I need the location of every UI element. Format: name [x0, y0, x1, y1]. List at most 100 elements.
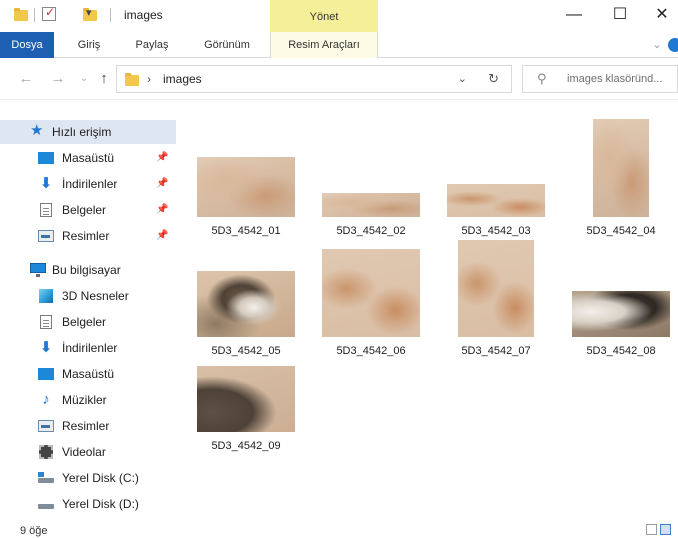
- image-thumbnail: [572, 291, 670, 337]
- document-icon: [40, 315, 52, 329]
- document-icon: [40, 203, 52, 217]
- up-arrow-icon[interactable]: ↑: [94, 69, 114, 89]
- address-dropdown-icon[interactable]: ⌄: [458, 72, 467, 85]
- desktop-icon: [38, 368, 54, 380]
- image-thumbnail: [458, 240, 534, 337]
- tab-giris[interactable]: Giriş: [66, 32, 112, 58]
- back-arrow-icon[interactable]: ←: [16, 69, 36, 89]
- checkmark-icon: ✓: [45, 5, 56, 19]
- forward-arrow-icon[interactable]: →: [48, 69, 68, 89]
- folder-icon: [14, 8, 28, 21]
- search-icon: ⚲: [537, 71, 547, 86]
- tab-resim-araclari[interactable]: Resim Araçları: [270, 32, 378, 58]
- image-thumbnail: [197, 366, 295, 432]
- sidebar-item-resimler[interactable]: Resimler 📌: [0, 224, 176, 248]
- sidebar-item-label: Belgeler: [62, 203, 107, 217]
- sidebar-item-videolar[interactable]: Videolar: [0, 440, 176, 464]
- pin-icon[interactable]: 📌: [156, 198, 168, 222]
- large-icons-view-icon[interactable]: [660, 524, 671, 535]
- drive-icon: [38, 504, 54, 509]
- help-icon[interactable]: [668, 32, 678, 58]
- sidebar-item-label: Resimler: [62, 229, 110, 243]
- sidebar-item-label: Yerel Disk (D:): [62, 497, 139, 511]
- refresh-icon[interactable]: ↻: [488, 71, 499, 87]
- item-count: 9 öğe: [20, 525, 48, 537]
- title-bar: ✓ ▾ images Yönet — ☐ ✕: [0, 0, 678, 32]
- sidebar-item-quick-access[interactable]: ★ Hızlı erişim: [0, 120, 176, 144]
- image-thumbnail: [322, 193, 420, 217]
- image-thumbnail: [197, 157, 295, 217]
- sidebar-item-label: Yerel Disk (C:): [62, 471, 139, 485]
- sidebar-item-indirilenler[interactable]: ⬇ İndirilenler 📌: [0, 172, 176, 196]
- sidebar-item-yerel-disk-d[interactable]: Yerel Disk (D:): [0, 492, 176, 516]
- file-item[interactable]: 5D3_4542_02: [310, 112, 432, 237]
- image-thumbnail: [593, 119, 649, 217]
- sidebar-item-masaustu[interactable]: Masaüstü 📌: [0, 146, 176, 170]
- sidebar-item-yerel-disk-c[interactable]: Yerel Disk (C:): [0, 466, 176, 490]
- cube-icon: [39, 289, 53, 303]
- file-name: 5D3_4542_07: [461, 345, 531, 357]
- close-button[interactable]: ✕: [646, 2, 678, 28]
- desktop-icon: [38, 152, 54, 164]
- image-thumbnail: [322, 249, 420, 337]
- windows-drive-icon: [38, 472, 54, 483]
- sidebar-item-label: Masaüstü: [62, 367, 115, 381]
- sidebar-item-label: Masaüstü: [62, 151, 115, 165]
- folder-icon: [125, 73, 139, 86]
- sidebar-item-muzikler[interactable]: ♪ Müzikler: [0, 388, 176, 412]
- file-list: 5D3_4542_01 5D3_4542_02 5D3_4542_03 5D3_…: [185, 102, 678, 522]
- details-view-icon[interactable]: [646, 524, 657, 535]
- pin-icon[interactable]: 📌: [156, 224, 168, 248]
- search-box[interactable]: ⚲ images klasöründ...: [522, 65, 678, 93]
- file-name: 5D3_4542_09: [211, 440, 281, 452]
- download-arrow-icon: ⬇: [39, 175, 53, 192]
- tab-dosya[interactable]: Dosya: [0, 32, 54, 58]
- sidebar-item-indirilenler-pc[interactable]: ⬇ İndirilenler: [0, 336, 176, 360]
- sidebar-item-resimler-pc[interactable]: Resimler: [0, 414, 176, 438]
- file-name: 5D3_4542_06: [336, 345, 406, 357]
- context-tab-group-label: Yönet: [270, 0, 378, 32]
- sidebar-item-label: İndirilenler: [62, 341, 118, 355]
- file-item[interactable]: 5D3_4542_08: [560, 232, 678, 357]
- file-item[interactable]: 5D3_4542_04: [560, 112, 678, 237]
- window-title: images: [124, 8, 163, 22]
- recent-locations-icon[interactable]: ⌄: [74, 69, 94, 89]
- navigation-pane: ★ Hızlı erişim Masaüstü 📌 ⬇ İndirilenler…: [0, 110, 180, 520]
- status-bar: 9 öğe: [0, 522, 678, 538]
- breadcrumb-current[interactable]: images: [163, 72, 202, 86]
- star-icon: ★: [30, 122, 44, 139]
- search-placeholder: images klasöründ...: [567, 73, 663, 85]
- file-item[interactable]: 5D3_4542_07: [435, 232, 557, 357]
- navigation-bar: ← → ⌄ ↑ › images ⌄ ↻ ⚲ images klasöründ.…: [0, 58, 678, 100]
- pictures-icon: [38, 230, 54, 242]
- minimize-button[interactable]: —: [554, 2, 594, 28]
- sidebar-item-this-pc[interactable]: Bu bilgisayar: [0, 258, 176, 282]
- properties-checkbox-icon[interactable]: ✓: [42, 5, 56, 21]
- sidebar-item-label: Belgeler: [62, 315, 107, 329]
- customize-quick-access-icon[interactable]: ▾: [86, 6, 92, 24]
- sidebar-item-masaustu-pc[interactable]: Masaüstü: [0, 362, 176, 386]
- address-bar[interactable]: › images ⌄ ↻: [116, 65, 512, 93]
- sidebar-item-label: 3D Nesneler: [62, 289, 129, 303]
- computer-icon: [30, 263, 46, 277]
- file-item[interactable]: 5D3_4542_09: [185, 327, 307, 452]
- sidebar-item-label: İndirilenler: [62, 177, 118, 191]
- breadcrumb-separator[interactable]: ›: [147, 72, 151, 86]
- download-arrow-icon: ⬇: [39, 339, 53, 356]
- file-item[interactable]: 5D3_4542_06: [310, 232, 432, 357]
- maximize-button[interactable]: ☐: [600, 2, 640, 28]
- tab-paylas[interactable]: Paylaş: [126, 32, 178, 58]
- sidebar-item-belgeler[interactable]: Belgeler 📌: [0, 198, 176, 222]
- sidebar-item-3d-nesneler[interactable]: 3D Nesneler: [0, 284, 176, 308]
- sidebar-item-label: Bu bilgisayar: [52, 263, 121, 277]
- tab-gorunum[interactable]: Görünüm: [192, 32, 262, 58]
- file-item[interactable]: 5D3_4542_01: [185, 112, 307, 237]
- pin-icon[interactable]: 📌: [156, 146, 168, 170]
- expand-ribbon-icon[interactable]: ⌄: [648, 32, 666, 58]
- sidebar-item-belgeler-pc[interactable]: Belgeler: [0, 310, 176, 334]
- toolbar-divider: [34, 8, 35, 22]
- view-switcher: [646, 524, 672, 537]
- file-item[interactable]: 5D3_4542_03: [435, 112, 557, 237]
- sidebar-item-label: Müzikler: [62, 393, 107, 407]
- pin-icon[interactable]: 📌: [156, 172, 168, 196]
